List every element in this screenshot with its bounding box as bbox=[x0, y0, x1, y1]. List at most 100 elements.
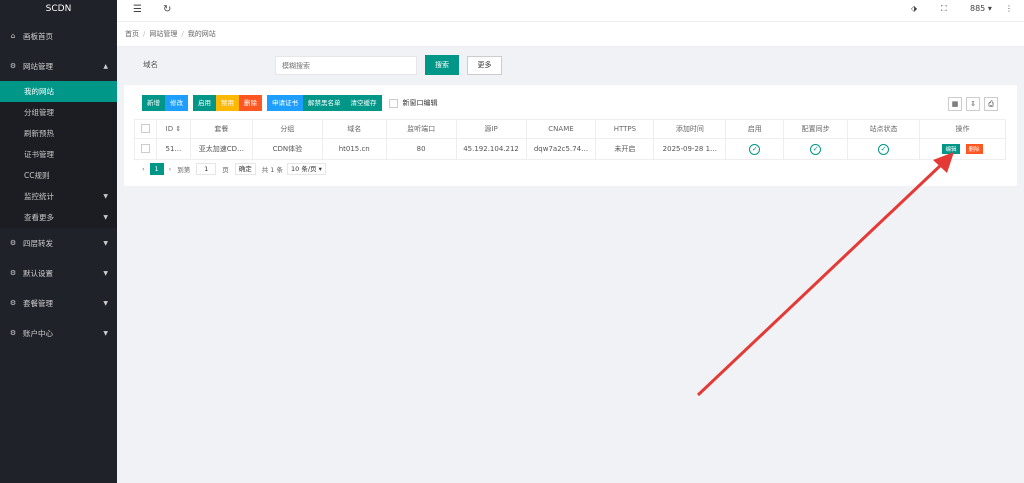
annotation-arrow-line bbox=[696, 162, 944, 397]
sidebar-item-label: 查看更多 bbox=[24, 213, 54, 222]
menu-toggle-icon[interactable]: ☰ bbox=[133, 4, 142, 15]
print-icon[interactable]: ⎙ bbox=[984, 97, 998, 111]
cell-site-status: ✓ bbox=[847, 138, 921, 160]
cell-domain: ht015.cn bbox=[321, 138, 387, 160]
new-window-label: 新窗口编辑 bbox=[402, 99, 438, 107]
home-icon: ⌂ bbox=[10, 32, 16, 40]
col-added-time: 添加时间 bbox=[653, 119, 727, 139]
col-port: 监听端口 bbox=[385, 119, 457, 139]
sidebar-item-label: 监控统计 bbox=[24, 192, 54, 201]
total-count: 共 1 条 bbox=[261, 166, 283, 174]
chevron-down-icon: ▼ bbox=[103, 329, 108, 337]
cell-id: 51… bbox=[155, 138, 191, 160]
page-size-select[interactable]: 10 条/页 ▾ bbox=[287, 163, 326, 175]
page-input[interactable]: 1 bbox=[196, 163, 217, 175]
chevron-down-icon: ▼ bbox=[103, 214, 108, 221]
refresh-icon[interactable]: ↻ bbox=[163, 4, 171, 15]
enable-button[interactable]: 启用 bbox=[193, 95, 216, 111]
col-id[interactable]: ID ⇕ bbox=[155, 119, 191, 139]
col-site-status: 站点状态 bbox=[847, 119, 921, 139]
current-page[interactable]: 1 bbox=[149, 163, 164, 175]
cell-group: CDN体验 bbox=[251, 138, 323, 160]
chevron-down-icon: ▼ bbox=[103, 299, 108, 307]
col-config-sync: 配置同步 bbox=[783, 119, 849, 139]
sidebar-item-refresh[interactable]: 刷新预热 bbox=[0, 123, 117, 144]
sidebar-item-l4-forward[interactable]: ⚙ 四层转发 ▼ bbox=[0, 228, 117, 258]
col-enabled: 启用 bbox=[725, 119, 785, 139]
sidebar-item-site-management[interactable]: ⚙ 网站管理 ▲ bbox=[0, 51, 117, 81]
columns-icon[interactable]: ▦ bbox=[948, 97, 962, 111]
sidebar-item-more[interactable]: 查看更多 ▼ bbox=[0, 207, 117, 228]
check-circle-icon: ✓ bbox=[878, 143, 890, 155]
chevron-up-icon: ▲ bbox=[103, 62, 108, 70]
apply-cert-button[interactable]: 申请证书 bbox=[267, 95, 303, 111]
breadcrumb-site-management[interactable]: 网站管理 bbox=[149, 30, 177, 38]
sidebar-item-plans[interactable]: ⚙ 套餐管理 ▼ bbox=[0, 288, 117, 318]
chevron-down-icon: ▼ bbox=[103, 239, 108, 247]
col-plan: 套餐 bbox=[189, 119, 253, 139]
clear-cache-button[interactable]: 清空缓存 bbox=[345, 95, 382, 111]
disable-button[interactable]: 禁用 bbox=[216, 95, 239, 111]
cell-https: 未开启 bbox=[595, 138, 655, 160]
search-bar: 域名 搜索 更多 bbox=[117, 47, 1024, 85]
new-window-checkbox[interactable] bbox=[388, 98, 398, 108]
cell-config-sync: ✓ bbox=[783, 138, 849, 160]
export-icon[interactable]: ⇩ bbox=[966, 97, 980, 111]
table-tools: ▦ ⇩ ⎙ bbox=[944, 97, 998, 111]
tag-icon[interactable]: ⬗ bbox=[911, 4, 917, 13]
sidebar-item-default-settings[interactable]: ⚙ 默认设置 ▼ bbox=[0, 258, 117, 288]
goto-label: 到第 bbox=[177, 166, 191, 174]
row-select-cell[interactable] bbox=[134, 138, 157, 160]
domain-search-input[interactable] bbox=[275, 56, 417, 75]
more-icon[interactable]: ⋮ bbox=[1005, 4, 1013, 13]
goto-confirm-button[interactable]: 确定 bbox=[234, 163, 256, 175]
gear-icon: ⚙ bbox=[9, 269, 17, 277]
search-button[interactable]: 搜索 bbox=[425, 55, 459, 75]
cell-actions: 编辑 删除 bbox=[919, 138, 1006, 160]
next-page-icon[interactable]: › bbox=[169, 165, 172, 173]
breadcrumb-home[interactable]: 首页 bbox=[125, 30, 139, 38]
page-unit-label: 页 bbox=[222, 166, 229, 174]
sidebar-item-cc-rules[interactable]: CC规则 bbox=[0, 165, 117, 186]
sidebar-item-account[interactable]: ⚙ 账户中心 ▼ bbox=[0, 318, 117, 348]
col-domain: 域名 bbox=[321, 119, 387, 139]
sidebar-item-label: 四层转发 bbox=[23, 238, 53, 248]
cell-added-time: 2025-09-28 1… bbox=[653, 138, 727, 160]
sidebar-item-label: 画板首页 bbox=[23, 31, 53, 41]
prev-page-icon[interactable]: ‹ bbox=[142, 165, 145, 173]
unblock-blacklist-button[interactable]: 解禁黑名单 bbox=[303, 95, 346, 111]
row-checkbox[interactable] bbox=[140, 143, 150, 153]
sidebar-item-dashboard[interactable]: ⌂ 画板首页 bbox=[0, 21, 117, 51]
sites-table-card: 新增 修改 启用 禁用 删除 申请证书 解禁黑名单 清空缓存 新窗口编辑 ▦ ⇩… bbox=[124, 85, 1017, 186]
select-all-cell[interactable] bbox=[134, 119, 157, 139]
check-circle-icon: ✓ bbox=[749, 143, 761, 155]
breadcrumb-separator: / bbox=[143, 30, 146, 38]
sidebar-item-certs[interactable]: 证书管理 bbox=[0, 144, 117, 165]
select-all-checkbox[interactable] bbox=[140, 123, 150, 133]
gear-icon: ⚙ bbox=[9, 299, 17, 307]
gear-icon: ⚙ bbox=[9, 62, 17, 70]
row-edit-button[interactable]: 编辑 bbox=[942, 144, 960, 154]
fullscreen-icon[interactable]: ⛶ bbox=[941, 4, 947, 14]
breadcrumb-separator: / bbox=[181, 30, 184, 38]
table-row: 51… 亚太加速CD… CDN体验 ht015.cn 80 45.192.104… bbox=[134, 138, 1006, 160]
breadcrumb-current: 我的网站 bbox=[187, 30, 216, 38]
gear-icon: ⚙ bbox=[9, 239, 17, 247]
col-cname: CNAME bbox=[525, 119, 597, 139]
sidebar-item-monitoring[interactable]: 监控统计 ▼ bbox=[0, 186, 117, 207]
col-https: HTTPS bbox=[595, 119, 655, 139]
new-window-edit-toggle[interactable]: 新窗口编辑 bbox=[388, 95, 438, 111]
add-button[interactable]: 新增 bbox=[142, 95, 165, 111]
sites-table: ID ⇕ 套餐 分组 域名 监听端口 源IP CNAME HTTPS 添加时间 … bbox=[134, 119, 1006, 160]
chevron-down-icon: ▼ bbox=[103, 269, 108, 277]
edit-button[interactable]: 修改 bbox=[165, 95, 188, 111]
cell-enabled: ✓ bbox=[725, 138, 785, 160]
user-menu[interactable]: 885 ▾ bbox=[970, 4, 992, 13]
sidebar-item-my-sites[interactable]: 我的网站 bbox=[0, 81, 117, 102]
delete-button[interactable]: 删除 bbox=[239, 95, 262, 111]
row-delete-button[interactable]: 删除 bbox=[965, 144, 983, 154]
sidebar-item-groups[interactable]: 分组管理 bbox=[0, 102, 117, 123]
top-header: ☰ ↻ ⬗ ⛶ 885 ▾ ⋮ bbox=[117, 0, 1024, 22]
more-button[interactable]: 更多 bbox=[467, 56, 502, 75]
col-actions: 操作 bbox=[919, 119, 1006, 139]
